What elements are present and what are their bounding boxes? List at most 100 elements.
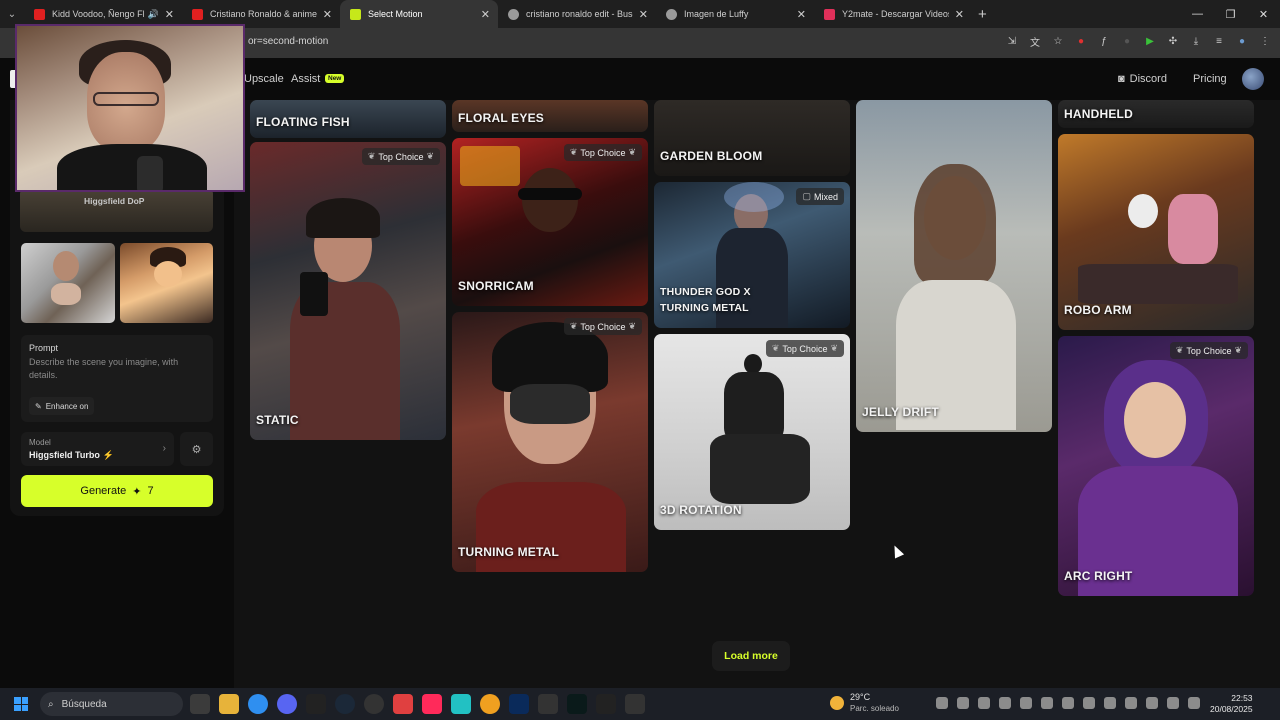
close-tab-icon[interactable]: ✕	[797, 8, 806, 21]
capcut-app-icon[interactable]	[625, 694, 645, 714]
tiktok-icon[interactable]	[422, 694, 442, 714]
close-tab-icon[interactable]: ✕	[481, 8, 490, 21]
coin-app-icon[interactable]	[480, 694, 500, 714]
face-shape	[53, 251, 79, 281]
prompt-input-box[interactable]: Prompt Describe the scene you imagine, w…	[21, 335, 213, 422]
dop-preset-card[interactable]	[20, 188, 213, 232]
tray-app-icon[interactable]	[1083, 697, 1095, 709]
steam-icon[interactable]	[335, 694, 355, 714]
weather-widget[interactable]: 29°C Parc. soleado	[830, 692, 899, 714]
card-garden-bloom[interactable]: GARDEN BLOOM	[654, 100, 850, 176]
task-view-icon[interactable]	[190, 694, 210, 714]
media-app-icon[interactable]	[567, 694, 587, 714]
epic-launcher-icon[interactable]	[596, 694, 616, 714]
capcut-icon[interactable]	[451, 694, 471, 714]
generate-button[interactable]: Generate ✦ 7	[21, 475, 213, 507]
close-tab-icon[interactable]: ✕	[165, 8, 174, 21]
new-tab-button[interactable]: +	[978, 6, 987, 23]
windows-start-icon[interactable]	[14, 697, 28, 711]
translate-icon[interactable]: 文	[1028, 34, 1042, 49]
tab-luffy-image[interactable]: Imagen de Luffy ✕	[656, 0, 814, 28]
pricing-link[interactable]: Pricing	[1193, 73, 1227, 85]
tray-app-icon[interactable]	[936, 697, 948, 709]
volume-icon[interactable]	[1188, 697, 1200, 709]
menu-kebab-icon[interactable]: ⋮	[1258, 34, 1272, 48]
epic-games-icon[interactable]	[306, 694, 326, 714]
card-floating-fish[interactable]: FLOATING FISH	[250, 100, 446, 138]
card-label: THUNDER GOD X TURNING METAL	[660, 286, 751, 314]
chevron-right-icon: ›	[162, 443, 166, 454]
tray-app-icon[interactable]	[999, 697, 1011, 709]
taskbar-search[interactable]: ⌕ Búsqueda	[40, 692, 183, 716]
tray-app-icon[interactable]	[1041, 697, 1053, 709]
card-jelly-drift[interactable]: JELLY DRIFT	[856, 100, 1052, 432]
close-tab-icon[interactable]: ✕	[639, 8, 648, 21]
tray-app-icon[interactable]	[1125, 697, 1137, 709]
speaker-icon[interactable]: 🔊	[148, 9, 159, 20]
enhance-toggle[interactable]: ✎ Enhance on	[29, 397, 95, 415]
card-static[interactable]: ❦ Top Choice ❦ STATIC	[250, 142, 446, 440]
model-selector[interactable]: Model Higgsfield Turbo ⚡ ›	[21, 432, 174, 466]
tab-search-chevron-icon[interactable]: ⌄	[0, 9, 24, 20]
taskbar-apps	[190, 694, 645, 714]
install-icon[interactable]: ⇲	[1005, 34, 1019, 48]
close-window-icon[interactable]: ✕	[1247, 8, 1280, 21]
tab-y2mate[interactable]: Y2mate - Descargar Videos de ✕	[814, 0, 972, 28]
close-tab-icon[interactable]: ✕	[955, 8, 964, 21]
media-control-icon[interactable]: ≡	[1212, 34, 1226, 48]
card-label: 3D ROTATION	[660, 503, 742, 517]
taskbar-search-placeholder: Búsqueda	[61, 698, 107, 710]
url-field[interactable]: or=second-motion	[248, 36, 328, 47]
load-more-button[interactable]: Load more	[712, 641, 790, 671]
extensions-puzzle-icon[interactable]: ✣	[1166, 34, 1180, 48]
nav-assist[interactable]: Assist	[291, 73, 320, 85]
tab-google-search[interactable]: cristiano ronaldo edit - Buscar c ✕	[498, 0, 656, 28]
editor-icon[interactable]	[538, 694, 558, 714]
face-shape	[1124, 382, 1186, 458]
obs-icon[interactable]	[364, 694, 384, 714]
tray-app-icon[interactable]	[1020, 697, 1032, 709]
tray-app-icon[interactable]	[957, 697, 969, 709]
extension-script-icon[interactable]: ƒ	[1097, 34, 1111, 48]
card-floral-eyes[interactable]: FLORAL EYES	[452, 100, 648, 132]
reference-image-2[interactable]	[120, 243, 213, 323]
card-turning-metal[interactable]: ❦ Top Choice ❦ TURNING METAL	[452, 312, 648, 572]
card-handheld[interactable]: HANDHELD	[1058, 100, 1254, 128]
card-robo-arm[interactable]: ROBO ARM	[1058, 134, 1254, 330]
generate-label: Generate	[80, 485, 127, 497]
extension-circle-icon[interactable]: ●	[1120, 34, 1134, 48]
nav-upscale[interactable]: Upscale	[244, 73, 284, 85]
bookmark-star-icon[interactable]: ☆	[1051, 34, 1065, 48]
discord-link[interactable]: ◙ Discord	[1118, 73, 1167, 85]
chrome-icon[interactable]	[248, 694, 268, 714]
file-explorer-icon[interactable]	[219, 694, 239, 714]
card-arc-right[interactable]: ❦ Top Choice ❦ ARC RIGHT	[1058, 336, 1254, 596]
reference-image-1[interactable]	[21, 243, 115, 323]
card-thunder-god[interactable]: ▢ Mixed THUNDER GOD X TURNING METAL	[654, 182, 850, 328]
user-avatar[interactable]	[1242, 68, 1264, 90]
tray-app-icon[interactable]	[978, 697, 990, 709]
taskbar-clock[interactable]: 22:53 20/08/2025	[1210, 693, 1253, 715]
card-snorricam[interactable]: ❦ Top Choice ❦ SNORRICAM	[452, 138, 648, 306]
prompt-placeholder[interactable]: Describe the scene you imagine, with det…	[29, 356, 199, 382]
restore-icon[interactable]: ❐	[1214, 8, 1247, 21]
settings-button[interactable]: ⚙	[180, 432, 213, 466]
tray-app-icon[interactable]	[1062, 697, 1074, 709]
card-label: SNORRICAM	[458, 279, 534, 293]
text-app-icon[interactable]	[393, 694, 413, 714]
tab-select-motion[interactable]: Select Motion ✕	[340, 0, 498, 28]
profile-icon[interactable]: ●	[1235, 34, 1249, 48]
phone-shape	[300, 272, 328, 316]
tray-app-icon[interactable]	[1104, 697, 1116, 709]
network-icon[interactable]	[1167, 697, 1179, 709]
downloads-icon[interactable]: ⤓	[1189, 34, 1203, 48]
photoshop-icon[interactable]	[509, 694, 529, 714]
extension-play-icon[interactable]: ▶	[1143, 34, 1157, 48]
card-3d-rotation[interactable]: ❦ Top Choice ❦ 3D ROTATION	[654, 334, 850, 530]
close-tab-icon[interactable]: ✕	[323, 8, 332, 21]
minimize-icon[interactable]: —	[1181, 8, 1214, 20]
sunglasses-shape	[518, 188, 582, 200]
discord-app-icon[interactable]	[277, 694, 297, 714]
microphone-icon[interactable]	[1146, 697, 1158, 709]
extension-red-icon[interactable]: ●	[1074, 34, 1088, 48]
